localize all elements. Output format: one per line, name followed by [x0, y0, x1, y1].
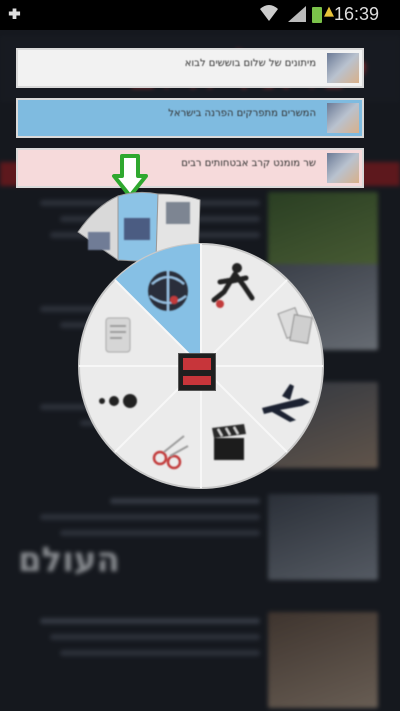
globe-icon: [148, 271, 188, 311]
people-photo-icon: [124, 218, 150, 240]
news-photo-icon: [88, 232, 110, 250]
clapperboard-icon: [212, 424, 246, 460]
document-icon: [105, 317, 131, 353]
logo-top-band: [183, 358, 211, 370]
portrait-photo-icon: [166, 202, 190, 224]
logo-bottom-band: [183, 376, 211, 385]
app-logo-icon[interactable]: [178, 353, 216, 391]
radial-sub-item-news-photo[interactable]: [77, 195, 119, 261]
